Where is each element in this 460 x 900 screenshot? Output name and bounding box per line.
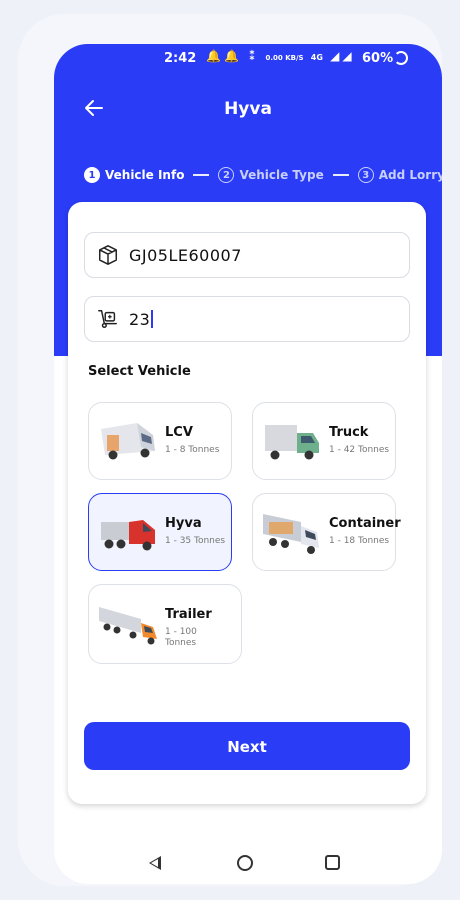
step-3-label: Add Lorry	[378, 168, 442, 182]
vehicle-name: Truck	[329, 425, 369, 440]
phone-frame: 2:42 🔔🔔 ⁑ 0.00 KB/S 4G ◢◢ 60% Hyva 1 Veh…	[18, 14, 442, 886]
step-3-number: 3	[357, 167, 374, 183]
status-bar: 2:42 🔔🔔 ⁑ 0.00 KB/S 4G ◢◢ 60%	[54, 44, 442, 74]
capacity-text: 23	[129, 310, 151, 329]
capacity-value: 23	[129, 310, 154, 329]
trailer-truck-icon	[99, 607, 157, 645]
step-divider	[332, 174, 349, 176]
step-1-label: Vehicle Info	[105, 168, 185, 182]
network-speed: 0.00 KB/S	[265, 54, 304, 62]
vehicle-form-card: GJ05LE60007 23 Select Vehicle LCV 1 - 8 …	[68, 202, 426, 804]
vehicle-name: Hyva	[165, 516, 202, 531]
package-box-icon	[99, 245, 117, 265]
nav-recents-icon[interactable]	[325, 855, 340, 870]
battery-icon	[394, 51, 408, 65]
step-2-label: Vehicle Type	[239, 168, 324, 182]
select-vehicle-heading: Select Vehicle	[88, 364, 191, 379]
vehicle-capacity: 1 - 100 Tonnes	[165, 627, 197, 648]
battery-level: 60%	[362, 51, 394, 66]
vehicle-number-value: GJ05LE60007	[129, 246, 242, 265]
vehicle-name: LCV	[165, 425, 193, 440]
vehicle-option-lcv[interactable]: LCV 1 - 8 Tonnes	[88, 402, 232, 480]
system-navigation-bar	[54, 852, 442, 876]
step-divider	[193, 174, 210, 176]
vehicle-capacity: 1 - 8 Tonnes	[165, 445, 220, 455]
next-button[interactable]: Next	[84, 722, 410, 770]
status-icons: 🔔🔔 ⁑ 0.00 KB/S 4G ◢◢	[206, 49, 355, 63]
text-caret	[151, 310, 154, 328]
vehicle-capacity: 1 - 42 Tonnes	[329, 445, 390, 455]
vehicle-capacity: 1 - 18 Tonnes	[329, 536, 390, 546]
nav-back-icon[interactable]	[149, 856, 161, 870]
container-truck-icon	[263, 514, 319, 554]
status-time: 2:42	[164, 51, 197, 66]
step-2-number: 2	[218, 167, 235, 183]
step-1-number: 1	[84, 167, 100, 183]
capacity-field[interactable]: 23	[84, 296, 410, 342]
network-type: 4G	[310, 53, 323, 62]
hand-truck-icon	[98, 310, 117, 328]
nav-home-icon[interactable]	[237, 855, 253, 871]
vehicle-name: Container	[329, 516, 401, 531]
vehicle-option-trailer[interactable]: Trailer 1 - 100 Tonnes	[88, 584, 242, 664]
truck-icon	[265, 425, 319, 460]
van-icon	[101, 423, 155, 460]
vehicle-number-field[interactable]: GJ05LE60007	[84, 232, 410, 278]
page-title: Hyva	[224, 99, 272, 119]
vehicle-option-hyva[interactable]: Hyva 1 - 35 Tonnes	[88, 493, 232, 571]
vehicle-option-container[interactable]: Container 1 - 18 Tonnes	[252, 493, 401, 571]
tipper-truck-icon	[101, 520, 155, 551]
app-screen: 2:42 🔔🔔 ⁑ 0.00 KB/S 4G ◢◢ 60% Hyva 1 Veh…	[54, 44, 442, 884]
vehicle-name: Trailer	[165, 607, 212, 622]
top-app-bar: Hyva	[54, 96, 442, 126]
progress-stepper: 1 Vehicle Info 2 Vehicle Type 3 Add Lorr…	[84, 164, 442, 186]
vehicle-option-truck[interactable]: Truck 1 - 42 Tonnes	[252, 402, 396, 480]
vehicle-capacity: 1 - 35 Tonnes	[165, 536, 226, 546]
